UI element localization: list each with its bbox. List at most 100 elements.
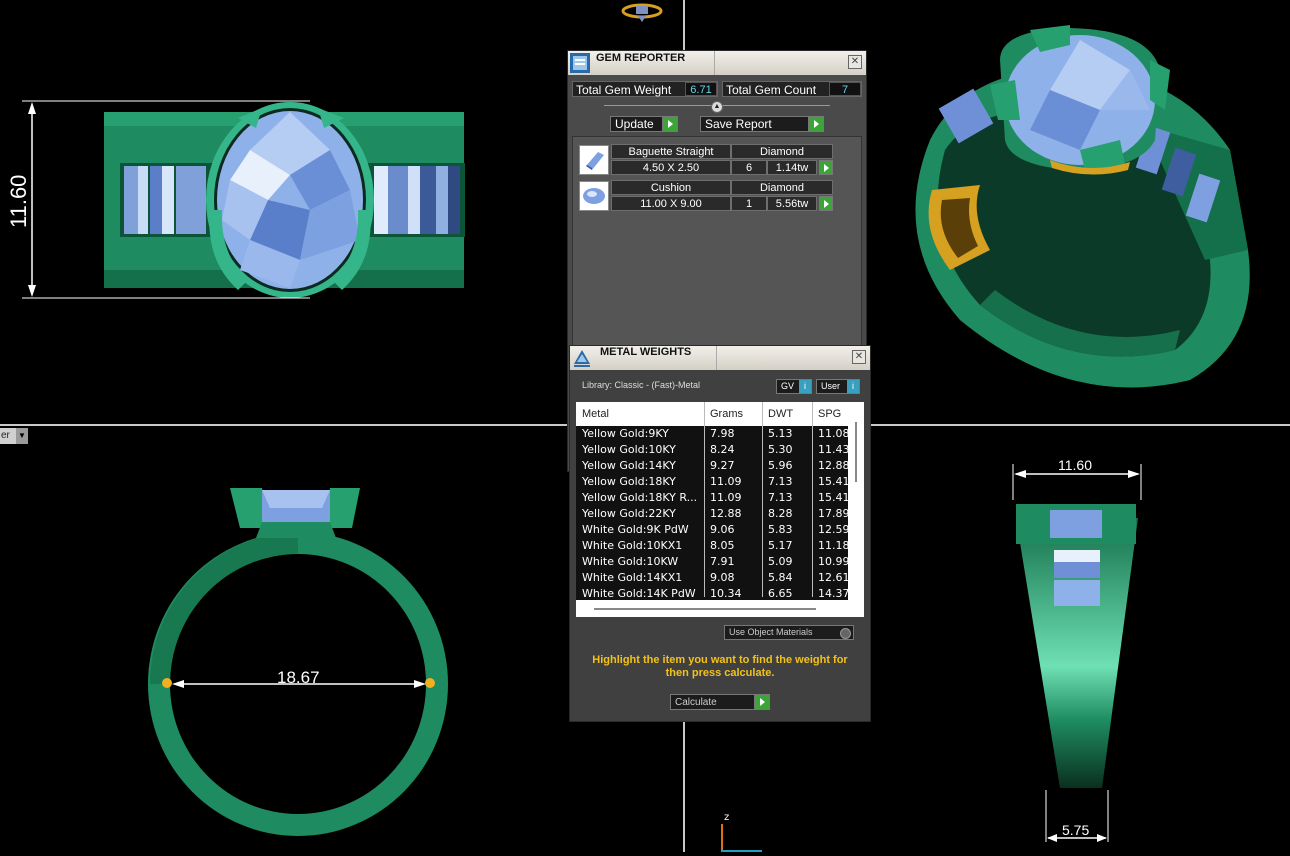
save-report-button[interactable]: Save Report <box>700 116 824 132</box>
play-icon <box>754 695 769 709</box>
spg-value: 15.41 <box>818 491 848 504</box>
calculate-button[interactable]: Calculate <box>670 694 770 710</box>
gem-go-button[interactable] <box>819 196 833 211</box>
spg-value: 11.18 <box>818 539 848 552</box>
grams-value: 9.08 <box>710 571 735 584</box>
metal-name: White Gold:14KX1 <box>582 571 683 584</box>
dwt-value: 5.17 <box>768 539 793 552</box>
ring-side-view: 18.67 <box>0 428 570 852</box>
dwt-value: 7.13 <box>768 475 793 488</box>
vertical-scrollbar[interactable] <box>850 420 862 600</box>
table-header: Metal Grams DWT SPG <box>576 402 864 426</box>
column-header-grams[interactable]: Grams <box>710 408 743 420</box>
ring-gizmo-icon[interactable] <box>620 0 664 24</box>
save-report-button-label: Save Report <box>705 117 772 131</box>
gem-shape: Cushion <box>611 180 731 195</box>
table-row[interactable]: Yellow Gold:14KY 9.27 5.96 12.88 <box>576 458 848 475</box>
table-row[interactable]: Yellow Gold:9KY 7.98 5.13 11.08 <box>576 426 848 443</box>
grams-value: 11.09 <box>710 475 742 488</box>
dwt-value: 5.30 <box>768 443 793 456</box>
scrollbar-thumb[interactable] <box>594 608 816 610</box>
spg-value: 15.41 <box>818 475 848 488</box>
library-label: Library: Classic - (Fast)-Metal <box>582 380 701 390</box>
gem-go-button[interactable] <box>819 160 833 175</box>
grams-value: 7.91 <box>710 555 735 568</box>
metal-name: White Gold:9K PdW <box>582 523 689 536</box>
metal-name: Yellow Gold:22KY <box>582 507 676 520</box>
instruction-hint: Highlight the item you want to find the … <box>592 654 848 679</box>
grams-value: 10.34 <box>710 587 742 600</box>
splitter-handle-icon[interactable]: ▲ <box>711 101 723 113</box>
spg-value: 17.89 <box>818 507 848 520</box>
total-gem-weight-label: Total Gem Weight <box>576 83 672 97</box>
gem-reporter-title: GEM REPORTER <box>596 52 686 64</box>
scale-icon <box>574 350 590 367</box>
dwt-value: 5.09 <box>768 555 793 568</box>
metal-weights-table: Metal Grams DWT SPG Yellow Gold:9KY 7.98 5… <box>576 402 864 617</box>
user-toggle[interactable]: User i <box>816 379 860 394</box>
table-row[interactable]: Yellow Gold:22KY 12.88 8.28 17.89 <box>576 506 848 523</box>
spg-value: 11.08 <box>818 427 848 440</box>
metal-name: Yellow Gold:18KY R... <box>582 491 698 504</box>
gem-reporter-titlebar[interactable]: GEM REPORTER ✕ <box>568 51 866 75</box>
info-icon: i <box>847 380 859 393</box>
dwt-value: 6.65 <box>768 587 793 600</box>
use-object-materials-toggle[interactable]: Use Object Materials <box>724 625 854 640</box>
gv-toggle[interactable]: GV i <box>776 379 812 394</box>
axis-indicator: z <box>718 812 768 852</box>
total-gem-weight-field: Total Gem Weight 6.71 <box>572 81 718 97</box>
column-header-metal[interactable]: Metal <box>582 408 609 420</box>
calculate-button-label: Calculate <box>675 697 717 708</box>
grams-value: 12.88 <box>710 507 742 520</box>
axis-z-label: z <box>724 812 730 823</box>
column-header-dwt[interactable]: DWT <box>768 408 793 420</box>
metal-name: Yellow Gold:9KY <box>582 427 669 440</box>
play-icon <box>808 117 823 131</box>
table-row[interactable]: White Gold:14KX1 9.08 5.84 12.61 <box>576 570 848 587</box>
cushion-gem-icon <box>579 181 609 211</box>
table-row[interactable]: Yellow Gold:18KY 11.09 7.13 15.41 <box>576 474 848 491</box>
column-divider <box>762 402 763 597</box>
gem-row[interactable]: Cushion Diamond 11.00 X 9.00 1 5.56tw <box>573 179 861 213</box>
horizontal-scrollbar[interactable] <box>576 600 864 617</box>
grams-value: 7.98 <box>710 427 735 440</box>
metal-name: Yellow Gold:18KY <box>582 475 676 488</box>
spg-value: 10.99 <box>818 555 848 568</box>
dwt-value: 7.13 <box>768 491 793 504</box>
update-button[interactable]: Update <box>610 116 678 132</box>
metal-weights-panel: METAL WEIGHTS ✕ Library: Classic - (Fast… <box>569 345 871 722</box>
total-gem-weight-value: 6.71 <box>685 82 717 96</box>
close-icon[interactable]: ✕ <box>852 350 866 364</box>
table-row[interactable]: White Gold:10KW 7.91 5.09 10.99 <box>576 554 848 571</box>
shank-width-label: 5.75 <box>1062 822 1090 838</box>
grams-value: 8.05 <box>710 539 735 552</box>
metal-name: White Gold:14K PdW <box>582 587 696 600</box>
table-row[interactable]: Yellow Gold:10KY 8.24 5.30 11.43 <box>576 442 848 459</box>
table-row[interactable]: White Gold:10KX1 8.05 5.17 11.18 <box>576 538 848 555</box>
close-icon[interactable]: ✕ <box>848 55 862 69</box>
metal-weights-titlebar[interactable]: METAL WEIGHTS ✕ <box>570 346 870 370</box>
column-header-spg[interactable]: SPG <box>818 408 841 420</box>
spg-value: 12.88 <box>818 459 848 472</box>
column-divider <box>704 402 705 597</box>
dwt-value: 8.28 <box>768 507 793 520</box>
gem-count: 1 <box>731 196 767 211</box>
user-toggle-label: User <box>821 381 841 391</box>
gem-material: Diamond <box>731 180 833 195</box>
total-gem-count-field: Total Gem Count 7 <box>722 81 862 97</box>
gem-size: 11.00 X 9.00 <box>611 196 731 211</box>
total-gem-count-label: Total Gem Count <box>726 83 817 97</box>
grams-value: 8.24 <box>710 443 735 456</box>
table-row[interactable]: Yellow Gold:18KY R... 11.09 7.13 15.41 <box>576 490 848 507</box>
gv-toggle-label: GV <box>781 381 795 391</box>
metal-name: Yellow Gold:10KY <box>582 443 676 456</box>
grams-value: 9.27 <box>710 459 735 472</box>
gem-weight: 1.14tw <box>767 160 817 175</box>
column-divider <box>812 402 813 597</box>
scrollbar-thumb[interactable] <box>855 422 857 482</box>
spg-value: 12.61 <box>818 571 848 584</box>
gem-weight: 5.56tw <box>767 196 817 211</box>
gem-row[interactable]: Baguette Straight Diamond 4.50 X 2.50 6 … <box>573 143 861 177</box>
grams-value: 9.06 <box>710 523 735 536</box>
table-row[interactable]: White Gold:9K PdW 9.06 5.83 12.59 <box>576 522 848 539</box>
